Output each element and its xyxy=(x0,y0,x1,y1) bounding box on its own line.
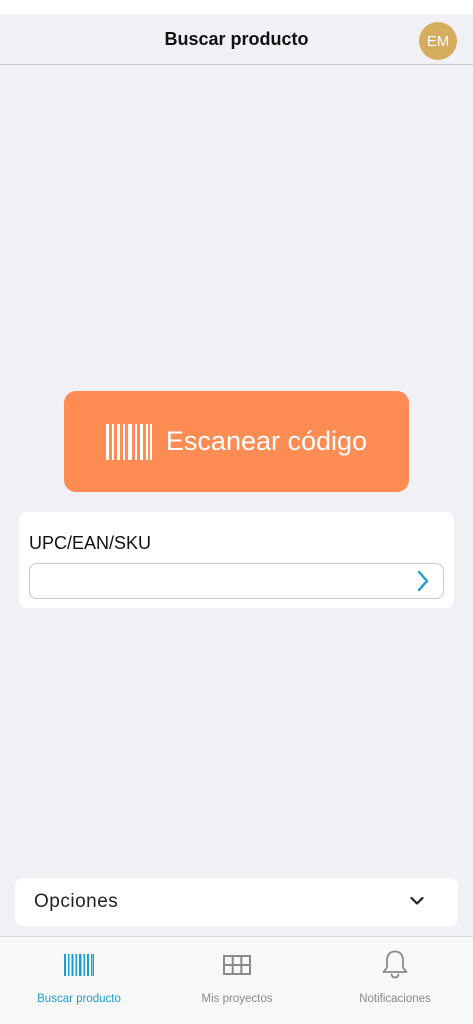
chevron-down-icon xyxy=(410,896,424,905)
tab-mis-proyectos[interactable]: Mis proyectos xyxy=(158,937,316,1024)
barcode-icon xyxy=(105,423,152,460)
scan-code-button[interactable]: Escanear código xyxy=(64,391,409,492)
header: Buscar producto EM xyxy=(0,14,473,65)
chevron-right-icon[interactable] xyxy=(416,570,430,592)
tab-buscar-producto[interactable]: Buscar producto xyxy=(0,937,158,1024)
code-field-label: UPC/EAN/SKU xyxy=(29,533,152,553)
tab-label: Buscar producto xyxy=(37,993,121,1005)
page-title: Buscar producto xyxy=(164,29,309,49)
options-label: Opciones xyxy=(34,891,119,912)
bell-icon xyxy=(382,950,408,979)
code-lookup-card: UPC/EAN/SKU xyxy=(19,512,454,608)
tab-notificaciones[interactable]: Notificaciones xyxy=(316,937,473,1024)
status-bar xyxy=(0,0,473,14)
code-input-container xyxy=(29,563,444,599)
avatar[interactable]: EM xyxy=(419,22,457,60)
scan-code-label: Escanear código xyxy=(165,426,368,456)
tab-label: Notificaciones xyxy=(359,993,431,1005)
barcode-icon xyxy=(64,954,94,976)
tab-label: Mis proyectos xyxy=(201,993,273,1005)
bottom-tab-bar: Buscar producto Mis proyectos Notificaci… xyxy=(0,936,473,1024)
search-product-screen: Buscar producto EM Escanear código UPC/E… xyxy=(0,0,473,1024)
grid-icon xyxy=(223,955,251,975)
code-input[interactable] xyxy=(30,564,400,598)
options-dropdown[interactable]: Opciones xyxy=(15,878,458,926)
